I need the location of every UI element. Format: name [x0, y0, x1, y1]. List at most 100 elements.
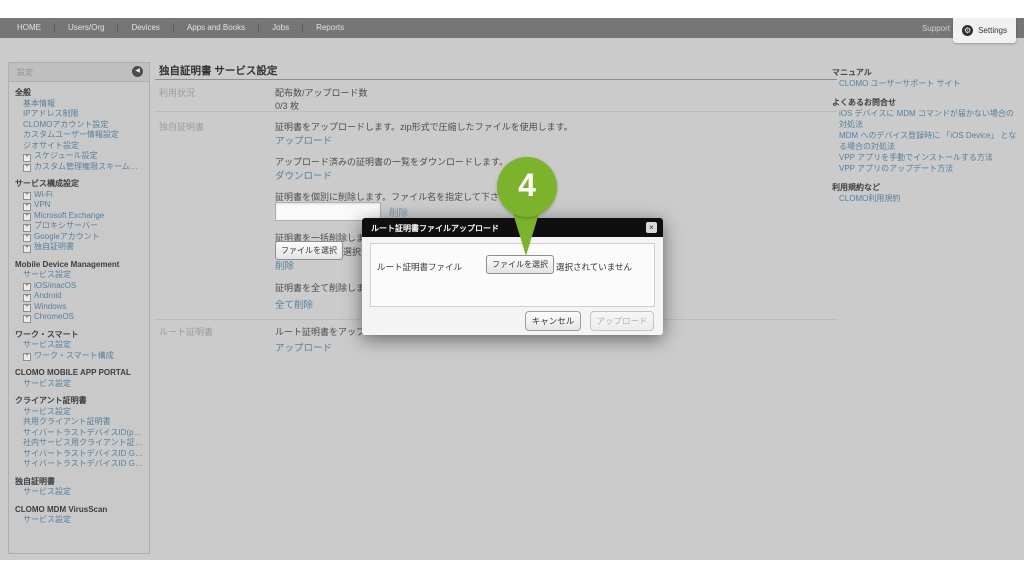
help-link[interactable]: CLOMO ユーザーサポート サイト — [832, 78, 1018, 89]
help-group: 利用規約などCLOMO利用規約 — [832, 182, 1018, 204]
sidebar-item-label: サービス設定 — [23, 515, 71, 524]
sidebar-item-label: Wi-Fi — [34, 190, 53, 199]
root-upload-link[interactable]: アップロード — [275, 340, 332, 354]
sidebar-item[interactable]: +ChromeOS — [15, 312, 143, 323]
expand-icon[interactable]: + — [23, 213, 31, 221]
sidebar-item-label: サイバートラストデバイスID G3is... — [23, 449, 143, 458]
sidebar-item[interactable]: サービス設定 — [15, 340, 143, 351]
cert-bulk-delete-link[interactable]: 削除 — [275, 258, 294, 272]
sidebar-item[interactable]: +Windows — [15, 302, 143, 313]
expand-icon[interactable]: + — [23, 234, 31, 242]
sidebar-item[interactable]: +スケジュール設定 — [15, 151, 143, 162]
sidebar-item-label: Android — [34, 291, 62, 300]
sidebar-item-label: サービス設定 — [23, 340, 71, 349]
top-navigation: HOMEUsers/OrgDevicesApps and BooksJobsRe… — [0, 18, 1024, 38]
sidebar-item-label: 基本情報 — [23, 99, 55, 108]
help-link[interactable]: CLOMO利用規約 — [832, 193, 1018, 204]
cert-delete-link[interactable]: 削除 — [389, 205, 408, 219]
sidebar-item[interactable]: IPアドレス制限 — [15, 109, 143, 120]
usage-line1: 配布数/アップロード数 — [275, 86, 368, 99]
sidebar-item-label: ワーク・スマート構成 — [34, 351, 114, 360]
sidebar-section: Mobile Device Managementサービス設定+iOS/macOS… — [15, 260, 143, 323]
sidebar-item[interactable]: カスタムユーザー情報設定 — [15, 130, 143, 141]
nav-item[interactable]: Devices — [117, 23, 172, 33]
close-icon[interactable]: × — [646, 222, 657, 233]
expand-icon[interactable]: + — [23, 164, 31, 172]
sidebar-item-label: サービス設定 — [23, 379, 71, 388]
sidebar-item-label: 社内サービス用クライアント証明書 — [23, 438, 143, 447]
row-divider — [155, 111, 837, 112]
expand-icon[interactable]: + — [23, 315, 31, 323]
nav-item[interactable]: Apps and Books — [173, 23, 258, 33]
dialog-file-status: 選択されていません — [556, 261, 632, 273]
dialog-file-select-button[interactable]: ファイルを選択 — [486, 255, 554, 274]
upload-button-disabled[interactable]: アップロード — [590, 311, 654, 331]
sidebar-item[interactable]: +独自証明書 — [15, 242, 143, 253]
sidebar-item[interactable]: 基本情報 — [15, 99, 143, 110]
sidebar-item-label: プロキシサーバー — [34, 221, 98, 230]
sidebar-item-label: サービス設定 — [23, 487, 71, 496]
sidebar-item[interactable]: +プロキシサーバー — [15, 221, 143, 232]
expand-icon[interactable]: + — [23, 224, 31, 232]
cert-upload-desc: 証明書をアップロードします。zip形式で圧縮したファイルを使用します。 — [275, 120, 573, 133]
topnav-items: HOMEUsers/OrgDevicesApps and BooksJobsRe… — [4, 18, 357, 38]
guide-step-number: 4 — [497, 167, 557, 203]
sidebar-item[interactable]: サービス設定 — [15, 270, 143, 281]
cert-delete-all-link[interactable]: 全て削除 — [275, 297, 313, 311]
sidebar-item-label: CLOMOアカウント設定 — [23, 120, 108, 129]
sidebar-item[interactable]: 社内サービス用クライアント証明書 — [15, 438, 143, 449]
sidebar-item[interactable]: ジオサイト設定 — [15, 141, 143, 152]
cert-upload-link[interactable]: アップロード — [275, 133, 332, 147]
cert-download-link[interactable]: ダウンロード — [275, 168, 332, 182]
sidebar-section-title: ワーク・スマート — [15, 330, 143, 341]
sidebar-item[interactable]: +VPN — [15, 200, 143, 211]
sidebar-item-label: ジオサイト設定 — [23, 141, 79, 150]
gear-icon: ⚙ — [962, 25, 973, 36]
sidebar-item-label: カスタムユーザー情報設定 — [23, 130, 119, 139]
help-link[interactable]: VPP アプリのアップデート方法 — [832, 163, 1018, 174]
cert-row-label: 独自証明書 — [159, 120, 204, 133]
sidebar-item[interactable]: +Android — [15, 291, 143, 302]
sidebar-item[interactable]: +Microsoft Exchange — [15, 211, 143, 222]
collapse-sidebar-icon[interactable]: ◀ — [132, 66, 143, 77]
help-link[interactable]: iOS デバイスに MDM コマンドが届かない場合の対処法 — [832, 108, 1018, 130]
sidebar-section: クライアント証明書サービス設定共用クライアント証明書サイバートラストデバイスID… — [15, 396, 143, 470]
sidebar-item[interactable]: サービス設定 — [15, 379, 143, 390]
sidebar-item[interactable]: サイバートラストデバイスID G3is... — [15, 449, 143, 460]
expand-icon[interactable]: + — [23, 154, 31, 162]
expand-icon[interactable]: + — [23, 283, 31, 291]
sidebar-item[interactable]: +カスタム管理権限スキーム設定 — [15, 162, 143, 173]
sidebar-item[interactable]: サービス設定 — [15, 487, 143, 498]
sidebar-item-label: VPN — [34, 200, 50, 209]
settings-tab-label: Settings — [978, 26, 1007, 35]
sidebar-item[interactable]: +Wi-Fi — [15, 190, 143, 201]
expand-icon[interactable]: + — [23, 203, 31, 211]
expand-icon[interactable]: + — [23, 353, 31, 361]
help-link[interactable]: VPP アプリを手動でインストールする方法 — [832, 152, 1018, 163]
expand-icon[interactable]: + — [23, 245, 31, 253]
support-link[interactable]: Support — [922, 24, 950, 33]
settings-tab[interactable]: ⚙ Settings — [953, 18, 1016, 43]
sidebar-item-label: Googleアカウント — [34, 232, 100, 241]
sidebar-item[interactable]: サイバートラストデバイスID(pilot)... — [15, 428, 143, 439]
expand-icon[interactable]: + — [23, 304, 31, 312]
nav-item[interactable]: Reports — [302, 23, 357, 33]
nav-item[interactable]: Users/Org — [54, 23, 117, 33]
expand-icon[interactable]: + — [23, 294, 31, 302]
sidebar-item[interactable]: サービス設定 — [15, 407, 143, 418]
sidebar-item[interactable]: サービス設定 — [15, 515, 143, 526]
sidebar-section-title: 独自証明書 — [15, 477, 143, 488]
sidebar-item[interactable]: +iOS/macOS — [15, 281, 143, 292]
sidebar-item[interactable]: CLOMOアカウント設定 — [15, 120, 143, 131]
sidebar-header: 設定 ◀ — [9, 63, 149, 82]
sidebar-item[interactable]: +Googleアカウント — [15, 232, 143, 243]
sidebar-item[interactable]: 共用クライアント証明書 — [15, 417, 143, 428]
sidebar-item-label: iOS/macOS — [34, 281, 76, 290]
help-link[interactable]: MDM へのデバイス登録時に 「iOS Device」 となる場合の対処法 — [832, 130, 1018, 152]
sidebar-item[interactable]: +ワーク・スマート構成 — [15, 351, 143, 362]
nav-item[interactable]: Jobs — [258, 23, 302, 33]
expand-icon[interactable]: + — [23, 192, 31, 200]
sidebar-item[interactable]: サイバートラストデバイスID G3is(... — [15, 459, 143, 470]
nav-item[interactable]: HOME — [4, 23, 54, 33]
cancel-button[interactable]: キャンセル — [525, 311, 581, 331]
